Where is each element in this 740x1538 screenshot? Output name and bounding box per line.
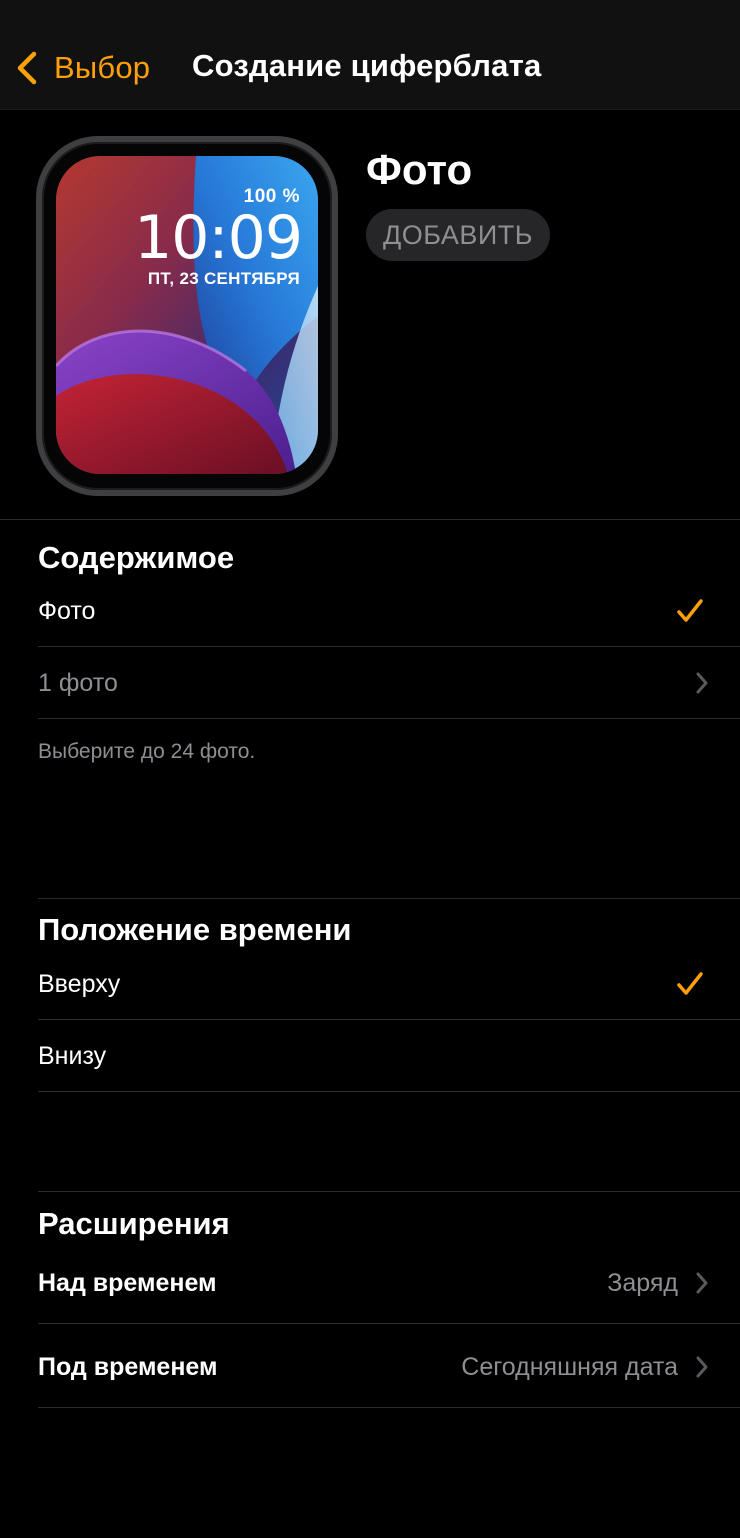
option-label: Под временем [38,1352,218,1381]
divider [38,718,740,719]
back-button-label: Выбор [54,50,151,85]
section-header-complications: Расширения [38,1206,230,1241]
content-option-photo[interactable]: Фото [38,575,710,647]
watch-time: 10:09 [134,203,303,273]
complication-value: Сегодняшняя дата [461,1352,678,1381]
option-label: Фото [38,596,96,625]
chevron-right-icon [696,1272,708,1294]
divider [0,519,740,520]
divider [38,1191,740,1192]
time-position-bottom[interactable]: Внизу [38,1020,710,1092]
section-header-time-position: Положение времени [38,912,352,947]
back-button[interactable]: Выбор [12,48,150,88]
watch-face-preview[interactable]: 100 % 10:09 ПТ, 23 СЕНТЯБРЯ [56,156,318,474]
navigation-bar: Выбор Создание циферблата [0,0,740,110]
divider [38,1323,740,1324]
watch-face-editor-screen: Выбор Создание циферблата 100 % 10:09 ПТ… [0,0,740,1538]
chevron-left-icon [17,51,37,85]
complication-below-time[interactable]: Под временем Сегодняшняя дата [38,1331,710,1403]
checkmark-icon [677,972,703,995]
watch-date-complication: ПТ, 23 СЕНТЯБРЯ [147,269,300,288]
chevron-right-icon [696,1356,708,1378]
option-label: Над временем [38,1268,217,1297]
face-title: Фото [366,146,473,193]
divider [38,1407,740,1408]
time-position-top[interactable]: Вверху [38,948,710,1020]
divider [38,1091,740,1092]
photos-limit-note: Выберите до 24 фото. [38,740,256,763]
page-title: Создание циферблата [192,48,542,83]
divider [38,898,740,899]
complication-value: Заряд [607,1268,678,1297]
add-button[interactable]: ДОБАВИТЬ [366,209,550,261]
complication-above-time[interactable]: Над временем Заряд [38,1247,710,1319]
chevron-right-icon [696,672,708,694]
option-label: Внизу [38,1041,107,1070]
checkmark-icon [677,599,703,622]
photos-picker-row[interactable]: 1 фото [38,647,710,719]
section-header-content: Содержимое [38,540,235,575]
option-label: Вверху [38,969,121,998]
photos-count-label: 1 фото [38,668,118,697]
